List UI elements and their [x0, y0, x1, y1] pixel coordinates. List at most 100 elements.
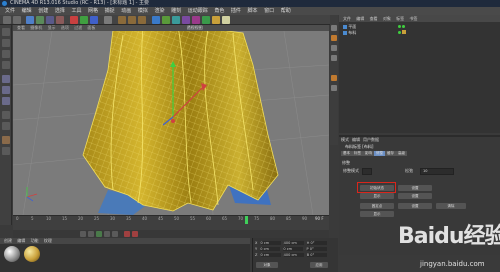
fix-points-button[interactable]: 固定点 [360, 203, 394, 209]
obj-menu-view[interactable]: 查看 [370, 16, 378, 21]
layout-icon[interactable] [331, 25, 337, 31]
menu-mesh[interactable]: 网格 [88, 8, 98, 14]
set-initial-state-button[interactable]: 设置 [398, 185, 432, 191]
material-swatch[interactable] [24, 246, 40, 262]
menu-plugins[interactable]: 插件 [231, 8, 241, 14]
dress-mode-checkbox[interactable] [362, 168, 372, 175]
relax-field[interactable]: 10 [420, 168, 454, 175]
tab-expert[interactable]: 高级 [396, 151, 407, 156]
light-icon[interactable] [222, 16, 230, 24]
obj-menu-objects[interactable]: 对象 [383, 16, 391, 21]
position-z-field[interactable]: 0 cm [260, 253, 281, 257]
rotation-h-field[interactable]: H 0° [306, 241, 327, 245]
structure-icon[interactable] [331, 55, 337, 61]
previous-frame-icon[interactable] [88, 231, 94, 237]
menu-animate[interactable]: 动画 [121, 8, 131, 14]
menu-snap[interactable]: 捕捉 [105, 8, 115, 14]
menu-sculpt[interactable]: 雕刻 [171, 8, 181, 14]
set-dressed-state-button[interactable]: 设置 [398, 193, 432, 199]
move-icon[interactable] [36, 16, 44, 24]
position-y-field[interactable]: 0 cm [260, 247, 281, 251]
menu-render[interactable]: 渲染 [154, 8, 164, 14]
coordinate-system-icon[interactable] [104, 16, 112, 24]
clear-fix-points-button[interactable]: 清除 [436, 203, 466, 209]
menu-help[interactable]: 帮助 [281, 8, 291, 14]
play-icon[interactable] [96, 231, 102, 237]
render-view-icon[interactable] [118, 16, 126, 24]
floor-icon[interactable] [202, 16, 210, 24]
render-settings-icon[interactable] [138, 16, 146, 24]
material-swatch[interactable] [4, 246, 20, 262]
cube-icon[interactable] [152, 16, 160, 24]
viewport-menu-filter[interactable]: 过滤 [74, 25, 82, 30]
workplane-icon[interactable] [2, 61, 10, 69]
render-dot-icon[interactable] [401, 25, 405, 28]
autokey-icon[interactable] [132, 231, 138, 237]
go-to-end-icon[interactable] [112, 231, 118, 237]
attr-menu-mode[interactable]: 模式 [341, 137, 349, 142]
viewport-menu-panel[interactable]: 面板 [87, 25, 95, 30]
visibility-dot-icon[interactable] [397, 25, 401, 28]
array-icon[interactable] [182, 16, 190, 24]
mat-menu-texture[interactable]: 纹理 [44, 238, 52, 243]
texture-mode-icon[interactable] [2, 50, 10, 58]
redo-icon[interactable] [13, 16, 21, 24]
axis-mode-icon[interactable] [2, 111, 10, 119]
viewport-menu-options[interactable]: 选项 [61, 25, 69, 30]
rotation-b-field[interactable]: B 0° [306, 253, 327, 257]
z-axis-icon[interactable] [90, 16, 98, 24]
timeline-playhead[interactable] [245, 216, 248, 224]
deformer-icon[interactable] [192, 16, 200, 24]
make-editable-icon[interactable] [2, 28, 10, 36]
tab-cache[interactable]: 缓存 [385, 151, 396, 156]
menu-window[interactable]: 窗口 [264, 8, 274, 14]
size-z-field[interactable]: 400 cm [283, 253, 304, 257]
size-x-field[interactable]: 400 cm [283, 241, 304, 245]
menu-select[interactable]: 选择 [55, 8, 65, 14]
objects-tab-icon[interactable] [331, 35, 337, 41]
position-x-field[interactable]: 0 cm [260, 241, 281, 245]
camera-icon[interactable] [212, 16, 220, 24]
menu-motion-tracking[interactable]: 运动跟踪 [188, 8, 208, 14]
object-row[interactable]: 布料 [343, 30, 406, 35]
timeline[interactable] [13, 215, 329, 230]
viewport-menu-view[interactable]: 查看 [17, 25, 25, 30]
perspective-viewport[interactable] [13, 25, 329, 215]
polygons-mode-icon[interactable] [2, 97, 10, 105]
next-frame-icon[interactable] [104, 231, 110, 237]
x-axis-icon[interactable] [70, 16, 78, 24]
mat-menu-create[interactable]: 创建 [4, 238, 12, 243]
coord-mode-select[interactable]: 对象 [256, 262, 278, 268]
tab-influence[interactable]: 影响 [363, 151, 374, 156]
rotation-p-field[interactable]: P 0° [306, 247, 327, 251]
apply-button[interactable]: 应用 [310, 262, 328, 268]
layers-tab-icon[interactable] [331, 85, 337, 91]
attr-menu-user-data[interactable]: 用户数据 [363, 137, 379, 142]
tab-tag[interactable]: 标签 [352, 151, 363, 156]
obj-menu-bookmarks[interactable]: 书签 [409, 16, 417, 21]
viewport-menu-display[interactable]: 显示 [48, 25, 56, 30]
menu-edit[interactable]: 编辑 [22, 8, 32, 14]
subdivision-surface-icon[interactable] [172, 16, 180, 24]
menu-tools[interactable]: 工具 [71, 8, 81, 14]
show-initial-state-button[interactable]: 显示 [360, 193, 394, 199]
lock-workplane-icon[interactable] [2, 147, 10, 155]
attr-menu-edit[interactable]: 编辑 [352, 137, 360, 142]
live-select-icon[interactable] [26, 16, 34, 24]
obj-menu-tags[interactable]: 标签 [396, 16, 404, 21]
size-y-field[interactable]: 0 cm [283, 247, 304, 251]
y-axis-icon[interactable] [80, 16, 88, 24]
menu-script[interactable]: 脚本 [248, 8, 258, 14]
obj-menu-file[interactable]: 文件 [343, 16, 351, 21]
scale-icon[interactable] [46, 16, 54, 24]
points-mode-icon[interactable] [2, 75, 10, 83]
rotate-icon[interactable] [56, 16, 64, 24]
tab-basic[interactable]: 基本 [341, 151, 352, 156]
menu-file[interactable]: 文件 [5, 8, 15, 14]
go-to-start-icon[interactable] [80, 231, 86, 237]
menu-create[interactable]: 创建 [38, 8, 48, 14]
attributes-tab-icon[interactable] [331, 75, 337, 81]
record-icon[interactable] [124, 231, 130, 237]
visibility-dot-icon[interactable] [397, 31, 401, 34]
menu-simulate[interactable]: 模拟 [138, 8, 148, 14]
